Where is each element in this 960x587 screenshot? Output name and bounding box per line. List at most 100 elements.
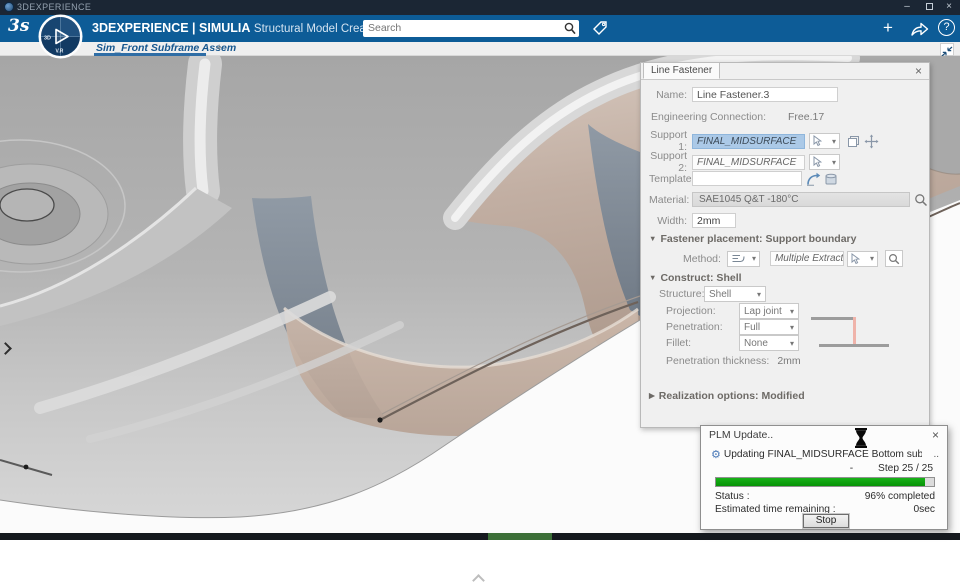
plm-step-dash: - (849, 463, 854, 474)
support2-field[interactable]: FINAL_MIDSURFACE (692, 154, 805, 170)
projection-dropdown[interactable]: Lap joint ▾ (739, 303, 799, 319)
template-label: Template: (649, 172, 695, 185)
method-field[interactable]: Multiple Extract.7 (769, 251, 844, 266)
construct-section-title: Construct: Shell (660, 272, 742, 284)
line-fastener-panel: Line Fastener × Name: Engineering Connec… (640, 62, 930, 428)
cursor-icon (813, 135, 822, 147)
material-search-icon[interactable] (914, 193, 928, 207)
dropdown-icon: ▾ (789, 322, 794, 332)
projection-value: Lap joint (744, 305, 782, 317)
duplicate-icon[interactable] (847, 135, 860, 148)
section-open-icon: ▼ (649, 234, 657, 243)
help-icon[interactable]: ? (938, 19, 955, 36)
panel-title-tab[interactable]: Line Fastener (643, 62, 721, 79)
dassault-3ds-logo: 3s (8, 16, 30, 36)
panel-close-icon[interactable]: × (915, 64, 922, 78)
maximize-button[interactable] (920, 0, 938, 15)
plm-status-label: Status : (715, 491, 750, 502)
plm-progress-bar (715, 477, 935, 487)
structure-dropdown[interactable]: Shell ▾ (704, 286, 766, 302)
dropdown-icon: ▾ (831, 157, 836, 167)
cursor-icon (813, 156, 822, 168)
method-select-combo[interactable]: ▾ (846, 250, 878, 267)
placement-section-title: Fastener placement: Support boundary (660, 233, 857, 245)
penetration-thickness-value: 2mm (777, 355, 801, 367)
method-search-button[interactable] (884, 250, 903, 267)
stop-button[interactable]: Stop (802, 513, 850, 529)
brand-title: 3DEXPERIENCE | SIMULIA Structural Model … (92, 21, 384, 35)
fillet-value: None (744, 337, 768, 349)
plm-eta-value: 0sec (913, 504, 935, 515)
dropdown-icon: ▾ (831, 136, 836, 146)
maximize-icon (925, 3, 933, 10)
name-label: Name: (656, 88, 687, 101)
width-input[interactable] (692, 213, 736, 228)
material-label: Material: (649, 193, 690, 206)
expand-tree-arrow[interactable] (1, 342, 11, 356)
engineering-connection-value: Free.17 (788, 111, 825, 123)
dropdown-icon: ▾ (756, 289, 761, 299)
add-content-button[interactable]: + (883, 18, 893, 38)
update-gear-icon: ⚙ (711, 449, 721, 461)
window-title: 3DEXPERIENCE (17, 2, 92, 12)
plm-status-row: Status : 96% completed (715, 491, 935, 502)
penetration-value: Full (744, 321, 761, 333)
brand-3dexperience: 3DEXPERIENCE (92, 21, 189, 35)
method-label: Method: (683, 252, 721, 265)
penetration-dropdown[interactable]: Full ▾ (739, 319, 799, 335)
engineering-connection-label: Engineering Connection: (651, 111, 766, 123)
realization-section-title: Realization options: Modified (658, 390, 805, 402)
penetration-label: Penetration: (666, 321, 723, 333)
boundary-method-icon (732, 254, 745, 263)
support2-select-combo[interactable]: ▾ (809, 154, 840, 170)
plm-step-counter: Step 25 / 25 (878, 463, 933, 474)
compass-icon[interactable]: 3D V.R (38, 14, 83, 59)
dropdown-icon: ▾ (789, 338, 794, 348)
window-close-button[interactable]: × (940, 0, 958, 15)
plm-close-icon[interactable]: × (932, 428, 939, 442)
action-bar-chevron-icon[interactable] (472, 574, 484, 582)
material-field[interactable]: SAE1045 Q&T -180°C (692, 192, 910, 207)
dropdown-icon: ▾ (751, 254, 756, 263)
minimize-button[interactable]: – (898, 0, 916, 15)
template-save-icon[interactable] (824, 172, 838, 186)
app-globe-icon (4, 2, 14, 12)
plm-progress-fill (716, 478, 926, 486)
brand-separator: | (192, 21, 196, 35)
share-icon[interactable] (910, 21, 930, 36)
bottom-action-bar[interactable] (0, 533, 960, 540)
plm-status-value: 96% completed (864, 491, 935, 502)
construct-section-header[interactable]: ▼ Construct: Shell (649, 272, 742, 284)
template-import-icon[interactable] (806, 172, 821, 186)
support1-select-combo[interactable]: ▾ (809, 133, 840, 149)
exit-fullframe-button[interactable] (940, 43, 954, 57)
method-type-combo[interactable]: ▾ (726, 250, 760, 267)
dropdown-icon: ▾ (789, 306, 794, 316)
realization-section-header[interactable]: ▶ Realization options: Modified (649, 390, 805, 402)
brand-product: SIMULIA (199, 21, 251, 35)
plm-update-dialog: PLM Update.. × ⚙ Updating FINAL_MIDSURFA… (700, 425, 948, 530)
search-icon[interactable] (564, 22, 576, 35)
cursor-icon (851, 252, 860, 264)
support1-field[interactable]: FINAL_MIDSURFACE (692, 133, 805, 149)
template-input[interactable] (692, 171, 802, 186)
new-tab-button[interactable]: + (216, 42, 222, 54)
window-titlebar: 3DEXPERIENCE – × (0, 0, 960, 15)
main-toolbar: 3DEXPERIENCE | SIMULIA Structural Model … (0, 15, 960, 42)
plm-message-row: ⚙ Updating FINAL_MIDSURFACE Bottom subfr… (711, 448, 939, 461)
name-input[interactable] (692, 87, 838, 102)
tag-icon[interactable] (591, 19, 609, 37)
section-closed-icon: ▶ (649, 391, 655, 400)
placement-section-header[interactable]: ▼ Fastener placement: Support boundary (649, 233, 856, 245)
search-input[interactable] (368, 21, 553, 35)
move-arrows-icon[interactable] (864, 134, 879, 149)
fillet-label: Fillet: (666, 337, 692, 349)
fillet-dropdown[interactable]: None ▾ (739, 335, 799, 351)
plm-dialog-title: PLM Update.. (709, 429, 774, 441)
svg-text:3D: 3D (44, 36, 51, 42)
projection-label: Projection: (666, 305, 716, 317)
hourglass-busy-icon (855, 428, 867, 448)
plm-step-row: - Step 25 / 25 (850, 463, 933, 474)
plm-message: Updating FINAL_MIDSURFACE Bottom subfram… (723, 449, 922, 460)
search-box[interactable] (363, 20, 579, 37)
